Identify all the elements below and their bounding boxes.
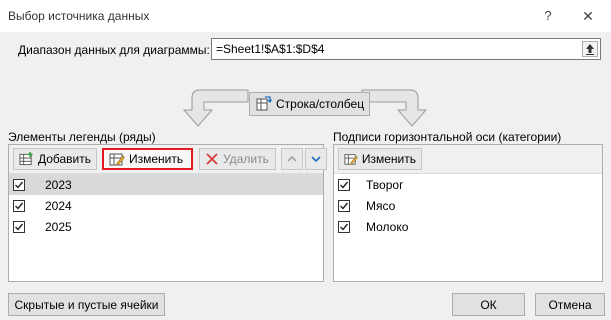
legend-item-label: 2024 — [45, 198, 72, 213]
checkbox[interactable] — [338, 178, 350, 191]
edit-table-icon — [344, 154, 358, 165]
select-data-source-dialog: Выбор источника данных ? ✕ Диапазон данн… — [0, 0, 611, 320]
hidden-empty-cells-button[interactable]: Скрытые и пустые ячейки — [8, 293, 165, 316]
legend-list-item[interactable]: 2023 — [9, 174, 323, 195]
chevron-up-icon — [287, 155, 297, 162]
chart-data-range-value: =Sheet1!$A$1:$D$4 — [216, 42, 325, 56]
legend-list: 2023 2024 2025 — [9, 174, 323, 237]
remove-series-label: Удалить — [223, 152, 269, 166]
checkbox[interactable] — [338, 220, 350, 233]
cancel-button[interactable]: Отмена — [535, 293, 605, 316]
axis-toolbar: Изменить — [334, 145, 602, 174]
legend-item-label: 2025 — [45, 219, 72, 234]
axis-list: Творог Мясо Молоко — [334, 174, 602, 237]
check-icon — [340, 202, 349, 210]
legend-entries-panel: Добавить Изменить Удалить 2023 2024 2025 — [8, 144, 327, 282]
title-bar: Выбор источника данных ? ✕ — [0, 0, 611, 32]
help-button[interactable]: ? — [538, 6, 558, 26]
axis-labels-label: Подписи горизонтальной оси (категории) — [333, 130, 562, 144]
cancel-label: Отмена — [548, 297, 592, 312]
axis-list-item[interactable]: Молоко — [334, 216, 602, 237]
delete-x-icon — [206, 153, 218, 165]
legend-item-label: 2023 — [45, 177, 72, 192]
axis-item-label: Мясо — [366, 198, 396, 213]
checkbox[interactable] — [13, 178, 25, 191]
upload-arrow-icon — [586, 44, 594, 55]
check-icon — [340, 223, 349, 231]
remove-series-button[interactable]: Удалить — [199, 148, 276, 170]
checkbox[interactable] — [338, 199, 350, 212]
switch-row-column-icon — [256, 96, 272, 111]
switch-row-column-button[interactable]: Строка/столбец — [249, 92, 370, 116]
axis-item-label: Творог — [366, 177, 404, 192]
dialog-title: Выбор источника данных — [8, 9, 150, 23]
add-series-button[interactable]: Добавить — [13, 148, 97, 170]
edit-series-label: Изменить — [129, 152, 184, 166]
check-icon — [15, 202, 24, 210]
axis-labels-panel: Изменить Творог Мясо Молоко — [333, 144, 603, 282]
left-curved-arrow-icon — [182, 89, 249, 127]
add-table-icon — [19, 151, 33, 166]
ok-label: ОК — [480, 297, 497, 312]
hidden-empty-cells-label: Скрытые и пустые ячейки — [14, 297, 159, 312]
collapse-dialog-button[interactable] — [582, 41, 598, 57]
check-icon — [15, 181, 24, 189]
axis-item-label: Молоко — [366, 219, 409, 234]
switch-row-column-label: Строка/столбец — [276, 97, 365, 111]
check-icon — [340, 181, 349, 189]
chevron-down-icon — [311, 156, 321, 163]
legend-toolbar: Добавить Изменить Удалить — [9, 145, 327, 174]
chart-data-range-input[interactable]: =Sheet1!$A$1:$D$4 — [211, 38, 601, 60]
close-button[interactable]: ✕ — [578, 6, 598, 26]
axis-list-item[interactable]: Мясо — [334, 195, 602, 216]
chart-data-range-label: Диапазон данных для диаграммы: — [18, 43, 210, 57]
edit-table-icon — [109, 153, 125, 166]
checkbox[interactable] — [13, 199, 25, 212]
move-down-button[interactable] — [305, 148, 327, 170]
edit-axis-labels-button[interactable]: Изменить — [338, 148, 422, 170]
axis-list-item[interactable]: Творог — [334, 174, 602, 195]
edit-axis-labels-label: Изменить — [361, 152, 416, 166]
edit-series-button[interactable]: Изменить — [102, 148, 193, 170]
check-icon — [15, 223, 24, 231]
legend-entries-label: Элементы легенды (ряды) — [8, 130, 156, 144]
checkbox[interactable] — [13, 220, 25, 233]
right-curved-arrow-icon — [361, 89, 428, 127]
ok-button[interactable]: ОК — [452, 293, 525, 316]
legend-list-item[interactable]: 2024 — [9, 195, 323, 216]
move-up-button[interactable] — [281, 148, 303, 170]
legend-list-item[interactable]: 2025 — [9, 216, 323, 237]
add-series-label: Добавить — [37, 152, 91, 166]
